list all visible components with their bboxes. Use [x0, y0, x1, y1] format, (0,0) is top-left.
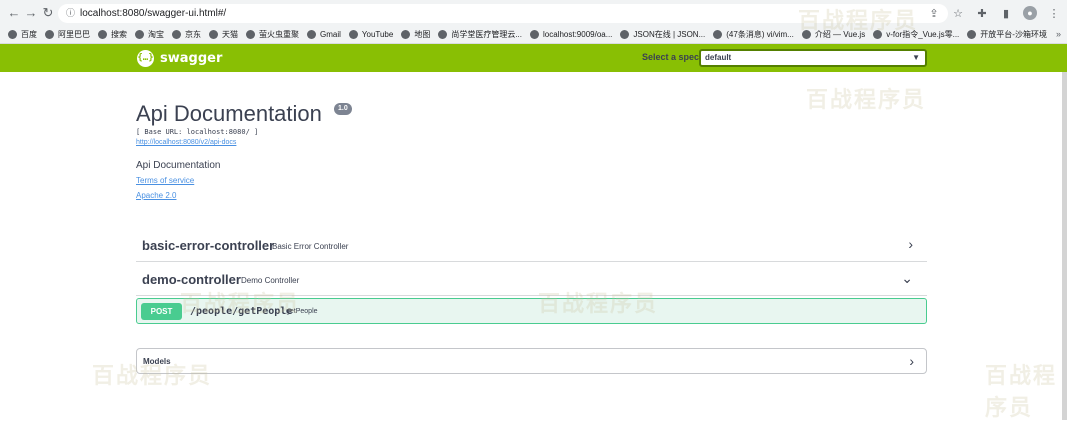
reload-icon[interactable]: ↻ [40, 5, 56, 21]
chevron-right-icon[interactable]: › [908, 236, 913, 252]
star-icon[interactable]: ☆ [951, 7, 965, 20]
version-badge: 1.0 [334, 103, 352, 115]
forward-icon[interactable]: → [23, 5, 39, 21]
bookmark-item[interactable]: 萤火虫重聚 [246, 29, 299, 40]
bookmark-label: (47条消息) vi/vim... [726, 30, 794, 39]
tag-description: Basic Error Controller [272, 242, 349, 251]
bookmark-icon [348, 30, 358, 39]
bookmark-item[interactable]: (47条消息) vi/vim... [713, 29, 794, 40]
bookmark-item[interactable]: 尚学堂医疗管理云... [438, 29, 522, 40]
bookmark-item[interactable]: 淘宝 [135, 29, 164, 40]
sidepanel-icon[interactable]: ▮ [999, 7, 1013, 20]
bookmark-item[interactable]: localhost:9009/oa... [530, 30, 612, 39]
spec-select-value: default [705, 53, 732, 62]
bookmark-icon [967, 30, 977, 39]
api-description: Api Documentation [136, 160, 221, 171]
menu-icon[interactable]: ⋮ [1047, 7, 1061, 20]
bookmark-item[interactable]: YouTube [348, 30, 394, 39]
chevron-right-icon[interactable]: › [909, 353, 914, 369]
swagger-topbar: {…} swagger Select a spec default ▼ [0, 44, 1067, 72]
bookmarks-more-icon[interactable]: » [1056, 26, 1061, 43]
bookmark-item[interactable]: 搜索 [98, 29, 127, 40]
watermark: 百战程序员 [92, 364, 213, 389]
bookmark-label: 地图 [414, 30, 431, 39]
base-url: [ Base URL: localhost:8080/ ] [136, 128, 259, 136]
bookmark-icon [246, 30, 255, 39]
bookmark-label: JSON在线 | JSON... [633, 30, 706, 39]
bookmark-label: Gmail [320, 30, 341, 39]
spec-label: Select a spec [642, 52, 700, 62]
back-icon[interactable]: ← [6, 5, 22, 21]
browser-actions: ⇪ ☆ ✚ ▮ ● ⋮ [927, 4, 1061, 22]
watermark: 百战程序员 [180, 292, 301, 317]
bookmark-icon [530, 30, 539, 39]
chevron-down-icon[interactable]: ⌄ [901, 270, 913, 287]
models-section[interactable]: Models › [136, 348, 927, 374]
swagger-logo-text: swagger [160, 50, 223, 66]
bookmark-icon [98, 30, 107, 39]
share-icon[interactable]: ⇪ [927, 7, 941, 20]
bookmark-icon [45, 30, 54, 39]
bookmark-icon [620, 30, 630, 39]
method-badge: POST [141, 303, 182, 320]
page-title: Api Documentation [136, 101, 322, 126]
bookmark-label: YouTube [361, 30, 394, 39]
bookmark-icon [8, 30, 17, 39]
profile-avatar[interactable]: ● [1023, 6, 1037, 20]
tag-basic-error-controller[interactable]: basic-error-controller Basic Error Contr… [136, 230, 927, 262]
scrollbar-track[interactable] [1062, 72, 1067, 420]
tag-description: Demo Controller [241, 276, 300, 285]
bookmark-icon [307, 30, 316, 39]
tag-name: basic-error-controller [142, 238, 275, 253]
bookmark-icon [438, 30, 448, 39]
extensions-icon[interactable]: ✚ [975, 7, 989, 20]
tag-name: demo-controller [142, 272, 241, 287]
api-docs-link[interactable]: http://localhost:8080/v2/api-docs [136, 139, 236, 146]
info-icon[interactable]: ⓘ [66, 4, 75, 23]
swagger-logo[interactable]: {…} swagger [137, 49, 222, 67]
bookmark-item[interactable]: Gmail [307, 30, 341, 39]
bookmark-icon [713, 30, 723, 39]
bookmark-icon [135, 30, 144, 39]
bookmark-item[interactable]: 天猫 [209, 29, 238, 40]
bookmark-item[interactable]: 阿里巴巴 [45, 29, 90, 40]
bookmark-item[interactable]: 京东 [172, 29, 201, 40]
bookmark-label: 搜索 [111, 30, 127, 39]
bookmark-label: 萤火虫重聚 [259, 30, 299, 39]
watermark: 百战程序员 [798, 9, 919, 34]
chevron-down-icon: ▼ [912, 53, 920, 62]
bookmark-label: 阿里巴巴 [58, 30, 90, 39]
watermark: 百战程序员 [985, 364, 1058, 421]
bookmark-icon [172, 30, 181, 39]
bookmark-label: 开放平台-沙箱环境 [980, 30, 1047, 39]
terms-of-service-link[interactable]: Terms of service [136, 176, 194, 185]
url-text: localhost:8080/swagger-ui.html#/ [80, 8, 227, 19]
bookmark-label: 天猫 [222, 30, 238, 39]
bookmark-item[interactable]: 开放平台-沙箱环境 [967, 29, 1047, 40]
bookmark-icon [401, 30, 411, 39]
bookmark-label: 尚学堂医疗管理云... [451, 30, 522, 39]
bookmark-item[interactable]: JSON在线 | JSON... [620, 29, 705, 40]
swagger-logo-icon: {…} [137, 49, 154, 67]
bookmark-label: 淘宝 [148, 30, 164, 39]
spec-select[interactable]: default ▼ [699, 49, 927, 67]
bookmark-label: localhost:9009/oa... [543, 30, 613, 39]
bookmark-item[interactable]: 百度 [8, 29, 37, 40]
bookmark-label: 百度 [21, 30, 37, 39]
bookmark-item[interactable]: 地图 [401, 29, 430, 40]
watermark: 百战程序员 [806, 88, 927, 113]
bookmark-icon [209, 30, 218, 39]
license-link[interactable]: Apache 2.0 [136, 191, 176, 200]
bookmark-label: 京东 [185, 30, 201, 39]
watermark: 百战程序员 [538, 292, 659, 317]
